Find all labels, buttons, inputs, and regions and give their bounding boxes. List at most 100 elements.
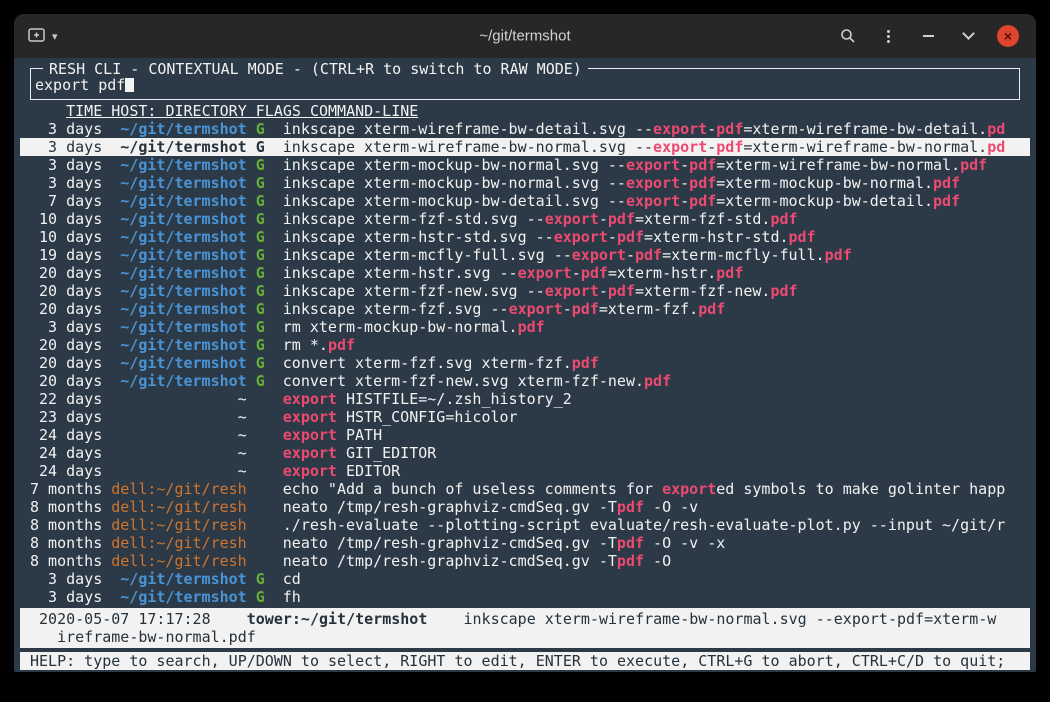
flags-cell [256,480,265,498]
command-cell: export PATH [283,426,1020,444]
history-row[interactable]: 7 days~/git/termshotGinkscape xterm-mock… [20,192,1030,210]
time-cell: 20 days [30,300,102,318]
time-cell: 24 days [30,462,102,480]
time-cell: 23 days [30,408,102,426]
history-row[interactable]: 8 monthsdell:~/git/reshneato /tmp/resh-g… [20,552,1030,570]
host-cell: ~/git/termshot [111,174,246,192]
time-cell: 24 days [30,444,102,462]
time-cell: 3 days [30,120,102,138]
history-row[interactable]: 23 days~export HSTR_CONFIG=hicolor [20,408,1030,426]
history-row[interactable]: 22 days~export HISTFILE=~/.zsh_history_2 [20,390,1030,408]
host-cell: dell:~/git/resh [111,552,246,570]
history-row[interactable]: 3 days~/git/termshotGcd [20,570,1030,588]
history-row[interactable]: 24 days~export GIT_EDITOR [20,444,1030,462]
history-row[interactable]: 20 days~/git/termshotGrm *.pdf [20,336,1030,354]
flags-cell: G [256,354,265,372]
restore-button[interactable] [954,22,982,50]
chevron-down-icon: ▾ [52,30,58,43]
flags-cell: G [256,300,265,318]
host-cell: ~/git/termshot [111,570,246,588]
help-text: HELP: type to search, UP/DOWN to select,… [30,652,1005,670]
history-row[interactable]: 3 days~/git/termshotGinkscape xterm-mock… [20,156,1030,174]
selected-entry-details: 2020-05-07 17:17:28 tower:~/git/termshot… [20,608,1030,648]
history-row[interactable]: 3 days~/git/termshotGrm xterm-mockup-bw-… [20,318,1030,336]
terminal-window: ▾ ~/git/termshot × RESH CLI - CONTEXTUAL… [14,14,1036,672]
history-row[interactable]: 19 days~/git/termshotGinkscape xterm-mcf… [20,246,1030,264]
flags-cell [256,498,265,516]
menu-button[interactable] [874,22,902,50]
restore-icon [962,27,975,40]
search-icon [840,28,856,44]
time-cell: 20 days [30,282,102,300]
host-cell: ~/git/termshot [111,336,246,354]
history-row[interactable]: 20 days~/git/termshotGinkscape xterm-fzf… [20,300,1030,318]
history-row[interactable]: 20 days~/git/termshotGconvert xterm-fzf.… [20,354,1030,372]
time-cell: 8 months [30,552,102,570]
command-cell: inkscape xterm-mockup-bw-detail.svg --ex… [283,192,1020,210]
time-cell: 3 days [30,174,102,192]
history-row[interactable]: 10 days~/git/termshotGinkscape xterm-fzf… [20,210,1030,228]
host-cell: ~/git/termshot [111,156,246,174]
time-cell: 7 months [30,480,102,498]
host-cell: ~/git/termshot [111,192,246,210]
command-cell: convert xterm-fzf.svg xterm-fzf.pdf [283,354,1020,372]
command-cell: inkscape xterm-fzf-new.svg --export-pdf=… [283,282,1020,300]
host-cell: dell:~/git/resh [111,516,246,534]
host-cell: ~/git/termshot [111,120,246,138]
host-cell: ~/git/termshot [111,318,246,336]
titlebar[interactable]: ▾ ~/git/termshot × [14,14,1036,58]
minimize-icon [923,35,934,37]
flags-cell: G [256,120,265,138]
host-cell: ~ [111,390,246,408]
host-cell: ~/git/termshot [111,282,246,300]
time-cell: 3 days [30,138,102,156]
time-cell: 3 days [30,156,102,174]
search-input[interactable]: export pdf [35,76,1015,94]
command-cell: echo "Add a bunch of useless comments fo… [283,480,1020,498]
time-cell: 7 days [30,192,102,210]
time-cell: 10 days [30,228,102,246]
host-cell: ~/git/termshot [111,300,246,318]
flags-cell: G [256,138,265,156]
history-row[interactable]: 20 days~/git/termshotGconvert xterm-fzf-… [20,372,1030,390]
command-cell: inkscape xterm-wireframe-bw-normal.svg -… [283,138,1020,156]
time-cell: 20 days [30,336,102,354]
history-row[interactable]: 7 monthsdell:~/git/reshecho "Add a bunch… [20,480,1030,498]
history-row[interactable]: 8 monthsdell:~/git/resh./resh-evaluate -… [20,516,1030,534]
time-cell: 8 months [30,534,102,552]
history-row[interactable]: 20 days~/git/termshotGinkscape xterm-hst… [20,264,1030,282]
command-cell: inkscape xterm-fzf-std.svg --export-pdf=… [283,210,1020,228]
history-row[interactable]: 10 days~/git/termshotGinkscape xterm-hst… [20,228,1030,246]
history-row[interactable]: 3 days~/git/termshotGinkscape xterm-wire… [20,138,1030,156]
history-row[interactable]: 24 days~export PATH [20,426,1030,444]
flags-cell: G [256,156,265,174]
terminal-screen[interactable]: RESH CLI - CONTEXTUAL MODE - (CTRL+R to … [14,58,1036,672]
flags-cell: G [256,246,265,264]
history-row[interactable]: 3 days ~/git/termshot Ginkscape xterm-wire… [20,120,1030,138]
time-cell: 3 days [30,570,102,588]
history-row[interactable]: 8 monthsdell:~/git/reshneato /tmp/resh-g… [20,498,1030,516]
flags-cell [256,444,265,462]
flags-cell: G [256,228,265,246]
history-row[interactable]: 8 monthsdell:~/git/reshneato /tmp/resh-g… [20,534,1030,552]
host-cell: dell:~/git/resh [111,534,246,552]
close-button[interactable]: × [994,22,1022,50]
history-row[interactable]: 3 days~/git/termshotGinkscape xterm-mock… [20,174,1030,192]
table-header-text: TIME HOST: DIRECTORY FLAGS COMMAND-LINE [66,102,418,120]
flags-cell: G [256,174,265,192]
minimize-button[interactable] [914,22,942,50]
history-row[interactable]: 24 days~export EDITOR [20,462,1030,480]
time-cell: 22 days [30,390,102,408]
command-cell: neato /tmp/resh-graphviz-cmdSeq.gv -Tpdf… [283,498,1020,516]
search-button[interactable] [834,22,862,50]
history-row[interactable]: 3 days~/git/termshotGfh [20,588,1030,606]
new-tab-icon [28,27,46,46]
time-cell: 3 days [30,588,102,606]
flags-cell: G [256,264,265,282]
new-tab-button[interactable]: ▾ [28,22,58,50]
command-cell: inkscape xterm-wireframe-bw-detail.svg -… [283,120,1020,138]
history-row[interactable]: 20 days~/git/termshotGinkscape xterm-fzf… [20,282,1030,300]
host-cell: dell:~/git/resh [111,498,246,516]
flags-cell: G [256,372,265,390]
command-cell: fh [283,588,1020,606]
